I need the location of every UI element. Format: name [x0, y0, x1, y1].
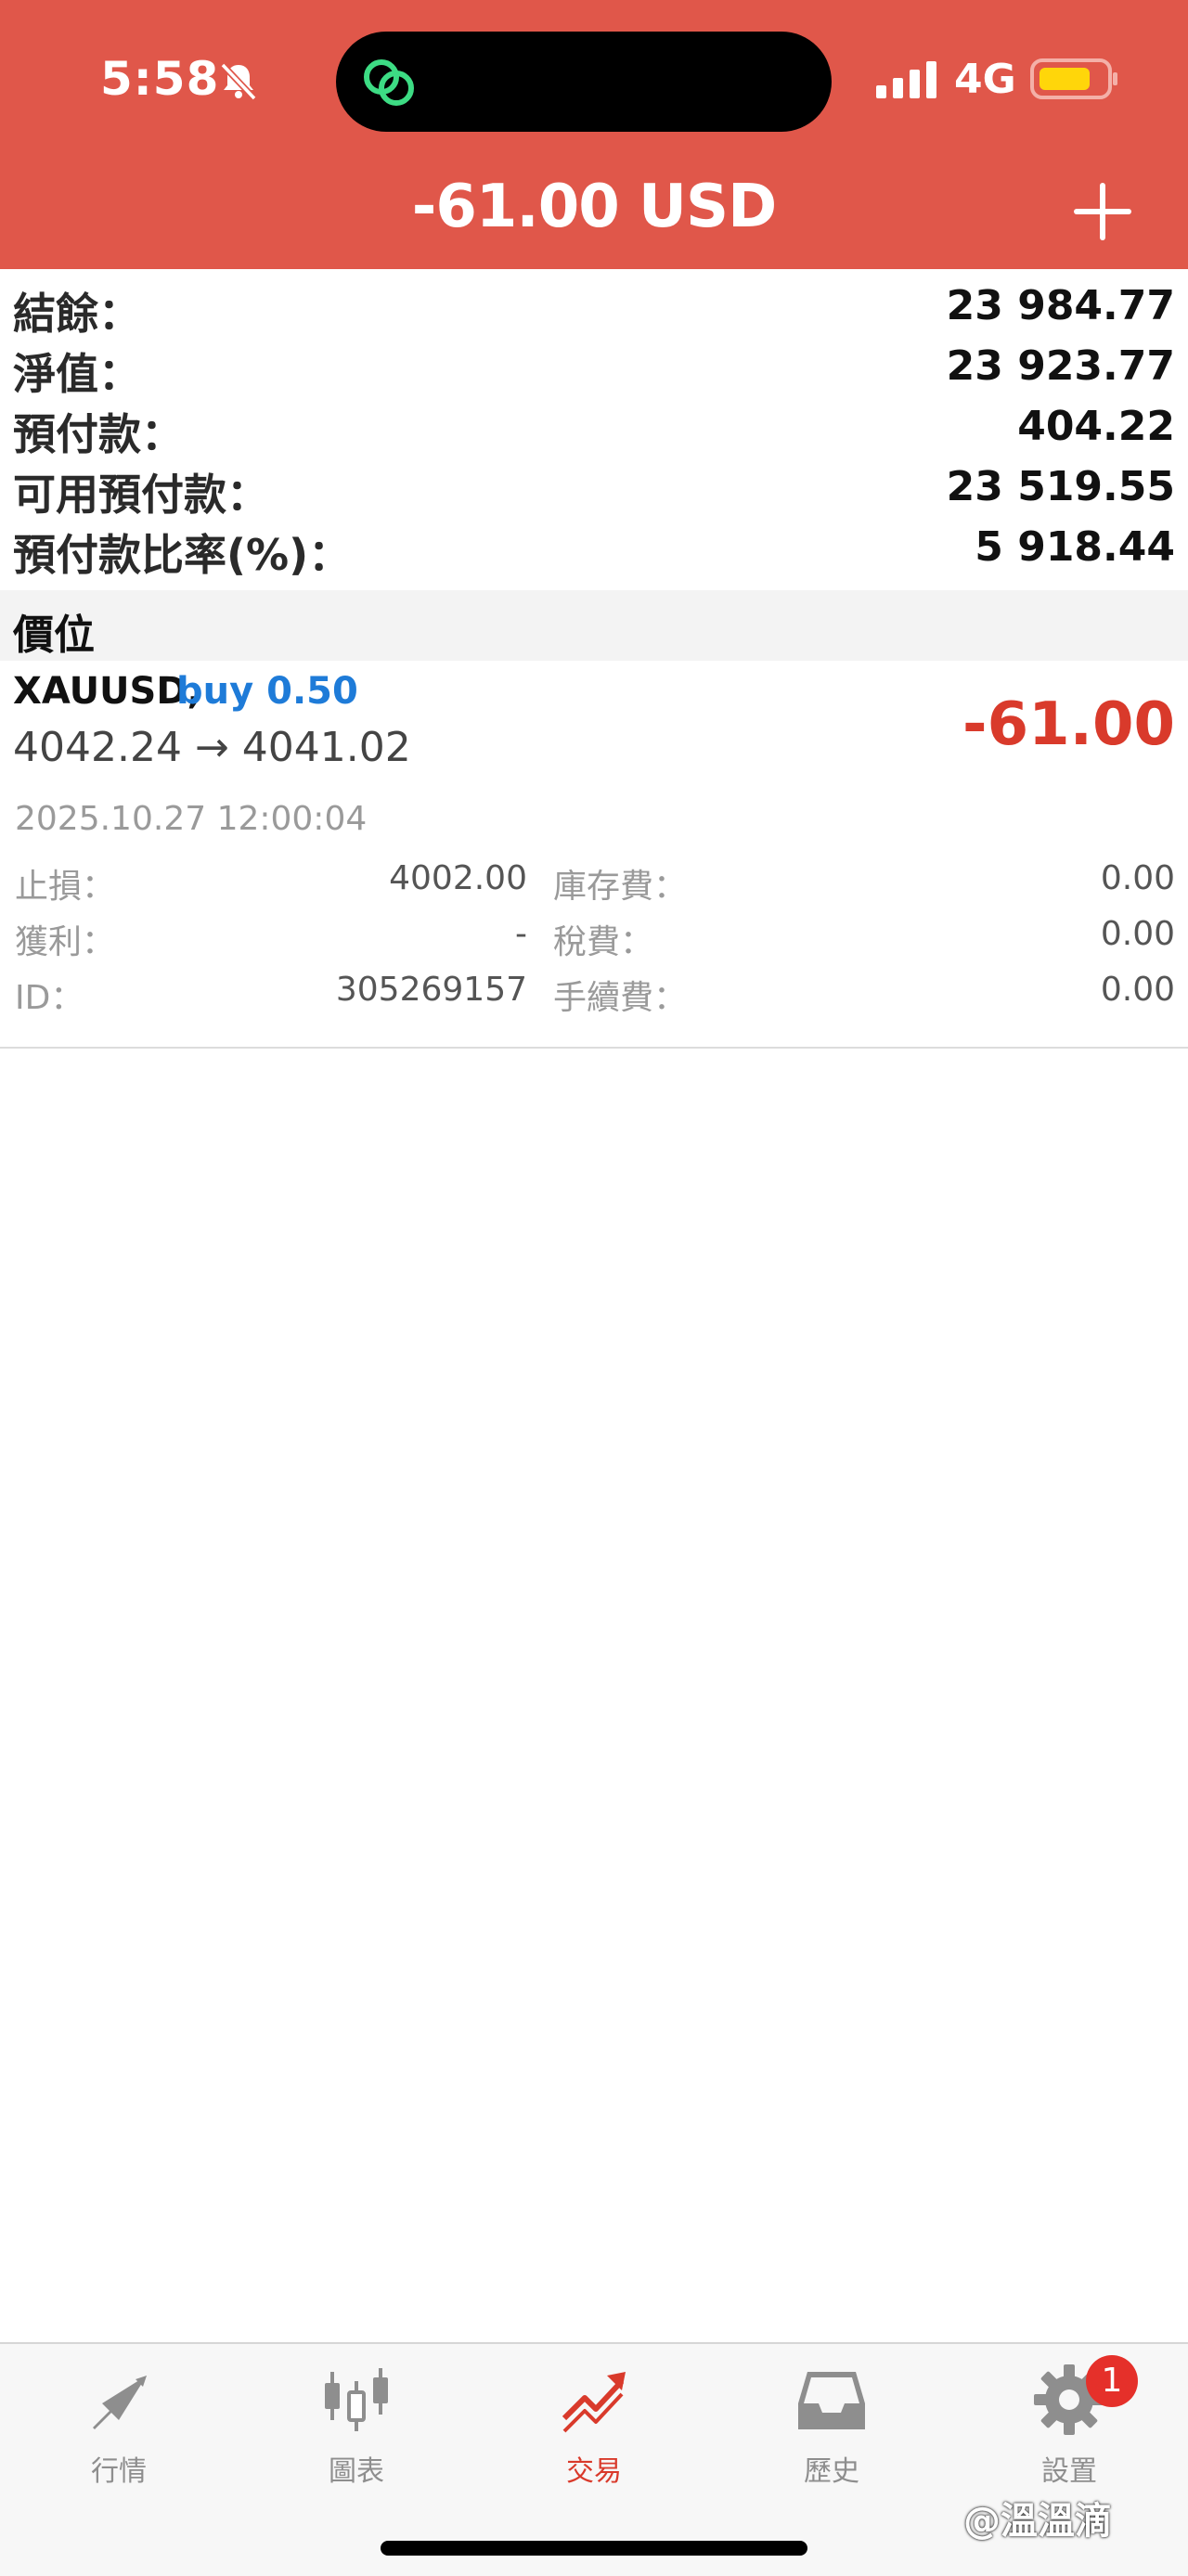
swap-value: 0.00 — [1100, 859, 1175, 897]
settings-badge: 1 — [1086, 2355, 1138, 2407]
margin-label: 預付款： — [13, 409, 184, 459]
free-margin-row: 可用預付款： 23 519.55 — [0, 457, 1188, 520]
trade-icon — [562, 2372, 626, 2433]
signal-icon — [876, 61, 936, 98]
margin-value: 404.22 — [1017, 403, 1175, 450]
free-margin-label: 可用預付款： — [13, 470, 269, 520]
id-label: ID： — [15, 979, 84, 1017]
tab-chart-label: 圖表 — [329, 2455, 384, 2488]
equity-row: 淨值： 23 923.77 — [0, 337, 1188, 399]
account-summary: 結餘： 23 984.77 淨值： 23 923.77 預付款： 404.22 … — [0, 277, 1188, 580]
tab-chart[interactable]: 圖表 — [238, 2363, 475, 2492]
margin-level-value: 5 918.44 — [975, 523, 1175, 571]
tab-trade-label: 交易 — [566, 2455, 622, 2488]
id-value: 305269157 — [335, 971, 527, 1009]
tab-history-label: 歷史 — [804, 2455, 859, 2488]
quotes-icon — [93, 2376, 147, 2429]
take-profit-label: 獲利： — [15, 923, 116, 961]
balance-value: 23 984.77 — [946, 282, 1175, 329]
top-header: 5:58 4G -61.00 USD — [0, 0, 1188, 269]
battery-icon — [1030, 58, 1117, 99]
new-order-button[interactable] — [1065, 174, 1140, 249]
bottom-tab-bar: 行情 圖表 交易 歷史 1 設置 @溫溫滴 — [0, 2342, 1188, 2576]
balance-row: 結餘： 23 984.77 — [0, 277, 1188, 339]
position-side: buy 0.50 — [176, 670, 358, 713]
tab-quotes[interactable]: 行情 — [0, 2363, 238, 2492]
position-prices: 4042.24 → 4041.02 — [13, 724, 411, 771]
network-type: 4G — [954, 56, 1016, 103]
commission-value: 0.00 — [1100, 971, 1175, 1009]
tab-settings[interactable]: 1 設置 — [950, 2355, 1188, 2492]
take-profit-value: - — [515, 915, 527, 953]
floating-profit-title: -61.00 USD — [411, 173, 777, 241]
tab-settings-label: 設置 — [1041, 2455, 1097, 2488]
watermark: @溫溫滴 — [963, 2500, 1112, 2543]
margin-level-label: 預付款比率(%)： — [13, 530, 352, 580]
commission-label: 手續費： — [553, 979, 688, 1017]
position-open-time: 2025.10.27 12:00:04 — [15, 800, 368, 838]
equity-label: 淨值： — [13, 349, 141, 399]
tab-history[interactable]: 歷史 — [713, 2363, 950, 2492]
stop-loss-label: 止損： — [15, 868, 116, 906]
status-time: 5:58 — [100, 52, 220, 106]
margin-level-row: 預付款比率(%)： 5 918.44 — [0, 518, 1188, 580]
tab-quotes-label: 行情 — [91, 2455, 147, 2488]
free-margin-value: 23 519.55 — [946, 463, 1175, 510]
link-icon — [364, 59, 414, 106]
tax-label: 稅費： — [553, 923, 654, 961]
home-indicator[interactable] — [381, 2541, 807, 2556]
tax-value: 0.00 — [1100, 915, 1175, 953]
positions-section-title: 價位 — [13, 612, 95, 659]
balance-label: 結餘： — [13, 289, 141, 339]
equity-value: 23 923.77 — [946, 342, 1175, 390]
position-profit: -61.00 — [962, 690, 1175, 759]
history-icon — [798, 2372, 865, 2429]
positions-section-header: 價位 — [0, 590, 1188, 661]
swap-label: 庫存費： — [553, 868, 688, 906]
bell-slash-icon — [220, 62, 257, 101]
position-item[interactable]: XAUUSD, buy 0.50 4042.24 → 4041.02 -61.0… — [0, 661, 1188, 1049]
margin-row: 預付款： 404.22 — [0, 397, 1188, 459]
dynamic-island — [336, 32, 832, 132]
chart-icon — [325, 2368, 388, 2431]
stop-loss-value: 4002.00 — [389, 859, 527, 897]
tab-trade[interactable]: 交易 — [475, 2363, 713, 2492]
position-symbol: XAUUSD, — [13, 670, 201, 713]
